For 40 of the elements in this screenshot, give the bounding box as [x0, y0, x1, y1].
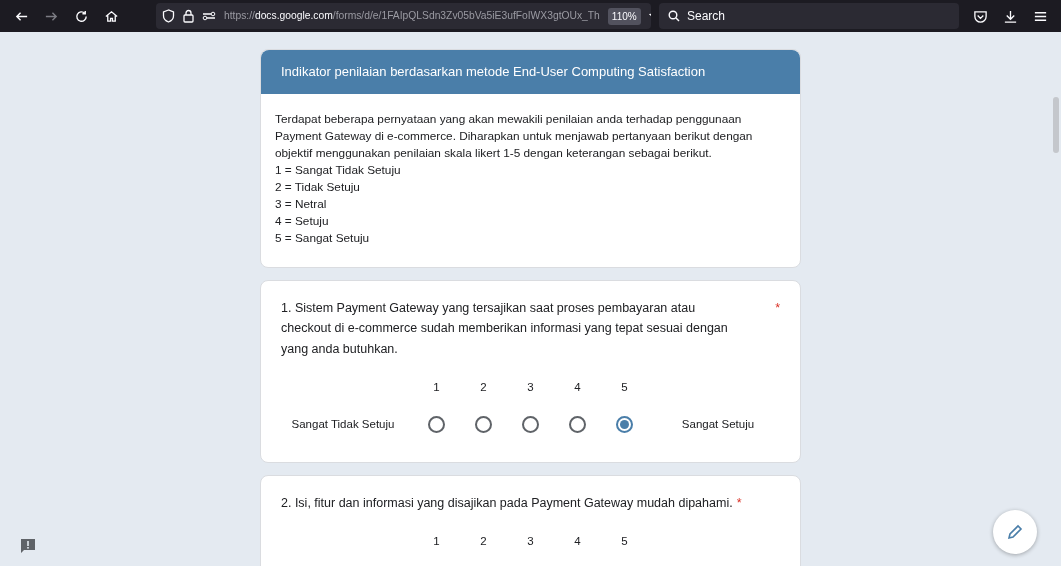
- scale-high-label: Sangat Setuju: [680, 417, 756, 433]
- description-text: Terdapat beberapa pernyataan yang akan mewakili penilaian anda terhadap penggunaan Payment Gateway di e-commerce. Diharapkan untuk menjawab pertanyaan berikut dengan objektif menggunakan penilaian skala likert 1-5 dengan keterangan sebagai berikut.: [275, 110, 754, 162]
- search-icon: [668, 10, 680, 22]
- address-bar[interactable]: https://docs.google.com/forms/d/e/1FAIpQLSdn3Zv05bVa5iE3ufFoIWX3gtOUx_Th 110%: [156, 3, 651, 29]
- scale-number: 5: [620, 380, 629, 395]
- radio-button[interactable]: [428, 416, 445, 434]
- section-title: Indikator penilaian berdasarkan metode End-User Computing Satisfaction: [261, 50, 800, 94]
- pencil-icon: [1007, 524, 1023, 540]
- zoom-level-button[interactable]: 110%: [607, 7, 641, 25]
- search-field[interactable]: Search: [659, 3, 959, 29]
- radio-button[interactable]: [569, 416, 586, 434]
- radio-button[interactable]: [522, 416, 539, 434]
- scale-number: 1: [432, 380, 441, 395]
- description-text: 3 = Netral: [275, 195, 328, 213]
- radio-button[interactable]: [475, 416, 492, 434]
- question-text: 1. Sistem Payment Gateway yang tersajikan saat proses pembayaran atau checkout di e-commerce sudah memberikan informasi yang tepat sesuai dengan yang anda butuhkan.: [281, 299, 729, 358]
- scale-number: 3: [526, 534, 535, 549]
- question-text: 2. Isi, fitur dan informasi yang disajikan pada Payment Gateway mudah dipahami.: [281, 494, 733, 512]
- lock-icon: [183, 9, 194, 23]
- scrollbar-thumb[interactable]: [1053, 97, 1059, 153]
- scale-low-label: Sangat Tidak Setuju: [290, 417, 396, 433]
- scale-number: 4: [573, 380, 582, 395]
- radio-button[interactable]: [616, 416, 633, 434]
- scale-number: 1: [432, 534, 441, 549]
- scale-number: 5: [620, 534, 629, 549]
- required-asterisk: *: [736, 494, 742, 512]
- scale-number: 4: [573, 534, 582, 549]
- description-text: 1 = Sangat Tidak Setuju: [275, 161, 402, 179]
- edit-button[interactable]: [993, 510, 1037, 554]
- url-text: https://docs.google.com/forms/d/e/1FAIpQLSdn3Zv05bVa5iE3ufFoIWX3gtOUx_Th: [224, 9, 600, 24]
- feedback-icon[interactable]: [20, 538, 36, 554]
- description-text: 2 = Tidak Setuju: [275, 178, 361, 196]
- description-text: 4 = Setuju: [275, 212, 330, 230]
- scale-number: 3: [526, 380, 535, 395]
- shield-icon: [162, 9, 175, 23]
- description-text: 5 = Sangat Setuju: [275, 229, 371, 247]
- permissions-icon: [202, 10, 216, 22]
- scale-number: 2: [479, 380, 488, 395]
- scale-number: 2: [479, 534, 488, 549]
- required-asterisk: *: [774, 299, 780, 317]
